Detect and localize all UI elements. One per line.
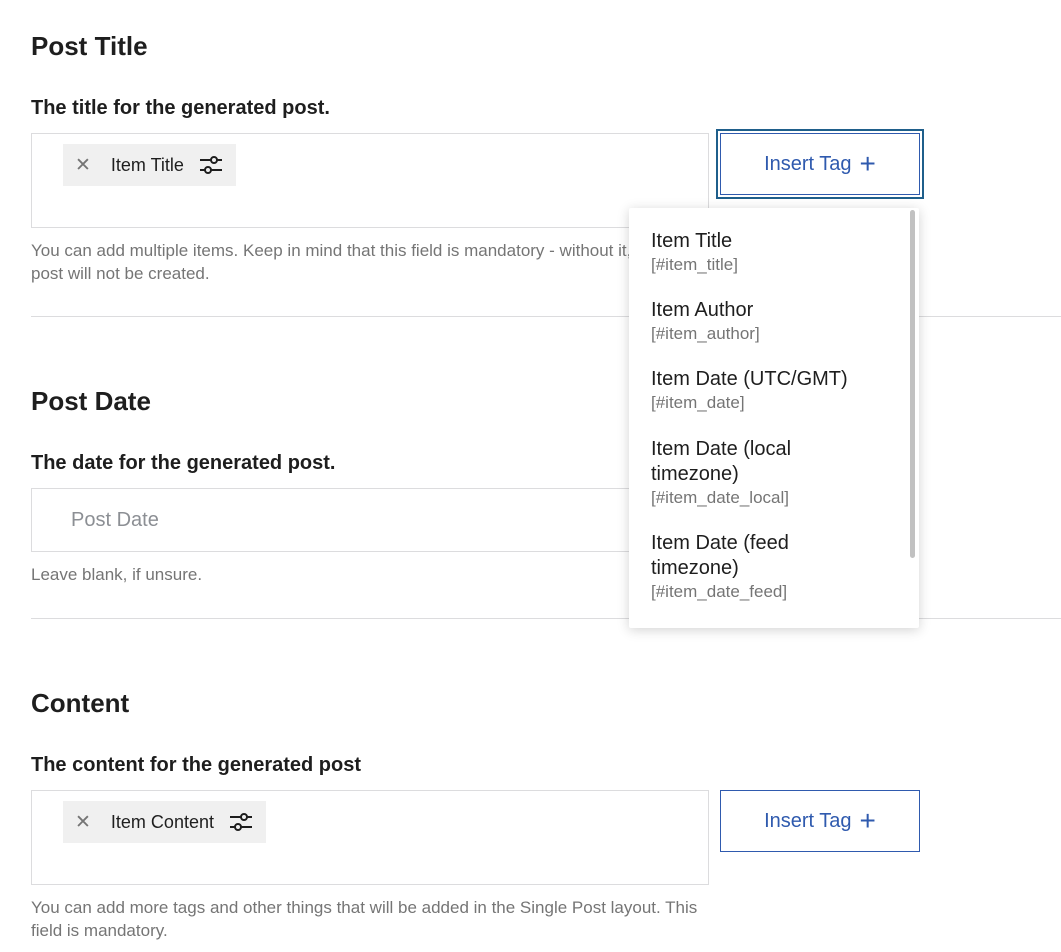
post-date-label: The date for the generated post.: [31, 452, 336, 474]
content-label: The content for the generated post: [31, 754, 362, 776]
content-help: You can add more tags and other things t…: [31, 898, 698, 940]
plus-icon: +: [859, 148, 876, 179]
content-insert-tag-button[interactable]: Insert Tag +: [720, 790, 920, 852]
content-heading: Content: [31, 688, 130, 718]
dropdown-item-code: [#item_title]: [651, 255, 738, 274]
tag-chip-label: Item Content: [110, 811, 214, 832]
tag-chip-label: Item Title: [110, 154, 184, 175]
post-title-help: You can add multiple items. Keep in mind…: [31, 241, 646, 283]
post-title-tag-field[interactable]: ✕ Item Title: [31, 133, 709, 228]
insert-tag-dropdown[interactable]: Item Title [#item_title] Item Author [#i…: [629, 208, 919, 628]
insert-tag-label: Insert Tag: [764, 809, 852, 832]
dropdown-item-name: Item Date (UTC/GMT): [651, 368, 848, 390]
close-icon[interactable]: ✕: [75, 154, 91, 177]
dropdown-item-item-author[interactable]: Item Author [#item_author]: [629, 298, 899, 345]
dropdown-item-code: [#item_date_feed]: [651, 582, 788, 601]
dropdown-item-name: Item Title: [651, 230, 733, 252]
sliders-icon[interactable]: [228, 811, 254, 833]
dropdown-item-item-title[interactable]: Item Title [#item_title]: [629, 229, 899, 276]
dropdown-scrollbar[interactable]: [910, 210, 915, 558]
post-date-help: Leave blank, if unsure.: [31, 565, 203, 584]
dropdown-item-item-date[interactable]: Item Date (UTC/GMT) [#item_date]: [629, 367, 899, 414]
dropdown-item-code: [#item_date]: [651, 393, 745, 412]
post-title-label: The title for the generated post.: [31, 97, 330, 119]
post-title-insert-tag-button[interactable]: Insert Tag +: [720, 133, 920, 195]
tag-chip-item-title[interactable]: ✕ Item Title: [63, 144, 236, 186]
dropdown-item-item-date-local[interactable]: Item Date (local timezone) [#item_date_l…: [629, 437, 899, 509]
sliders-icon[interactable]: [198, 154, 224, 176]
dropdown-item-name: Item Date (feed timezone): [651, 532, 789, 579]
insert-tag-label: Insert Tag: [764, 152, 852, 175]
dropdown-item-name: Item Author: [651, 299, 754, 321]
post-title-heading: Post Title: [31, 31, 148, 61]
dropdown-item-item-date-feed[interactable]: Item Date (feed timezone) [#item_date_fe…: [629, 531, 899, 603]
content-tag-field[interactable]: ✕ Item Content: [31, 790, 709, 885]
dropdown-item-name: Item Date (local timezone): [651, 438, 792, 485]
tag-chip-item-content[interactable]: ✕ Item Content: [63, 801, 266, 843]
post-date-input[interactable]: Post Date: [31, 488, 709, 552]
dropdown-item-code: [#item_author]: [651, 324, 760, 343]
dropdown-item-code: [#item_date_local]: [651, 488, 789, 507]
close-icon[interactable]: ✕: [75, 811, 91, 834]
post-date-heading: Post Date: [31, 386, 151, 416]
plus-icon: +: [859, 805, 876, 836]
